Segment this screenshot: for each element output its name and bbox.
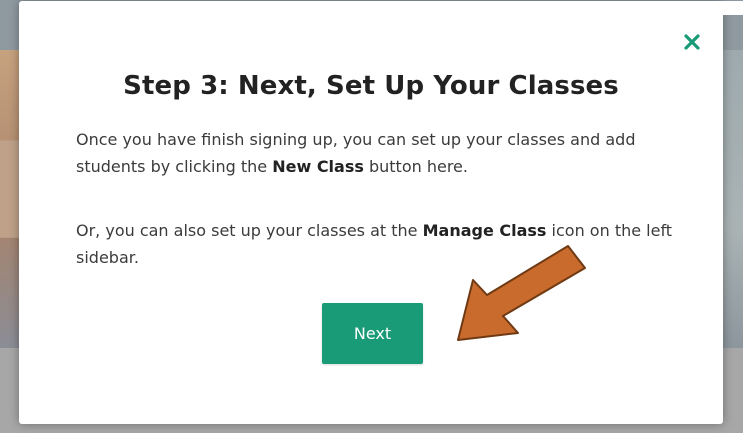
close-button[interactable] (677, 27, 707, 57)
paragraph-text: Or, you can also set up your classes at … (76, 221, 423, 240)
onboarding-modal: Step 3: Next, Set Up Your Classes Once y… (19, 1, 743, 424)
close-icon (684, 34, 700, 50)
paragraph-text: button here. (363, 157, 468, 176)
pointer-arrow-icon (457, 245, 586, 341)
background-left-strip (0, 140, 21, 238)
modal-paragraph-new-class: Once you have finish signing up, you can… (76, 126, 676, 180)
background-right-panel (720, 50, 743, 348)
next-button[interactable]: Next (322, 303, 423, 364)
modal-notch (709, 1, 743, 15)
modal-title: Step 3: Next, Set Up Your Classes (123, 71, 619, 101)
new-class-emphasis: New Class (272, 157, 364, 176)
